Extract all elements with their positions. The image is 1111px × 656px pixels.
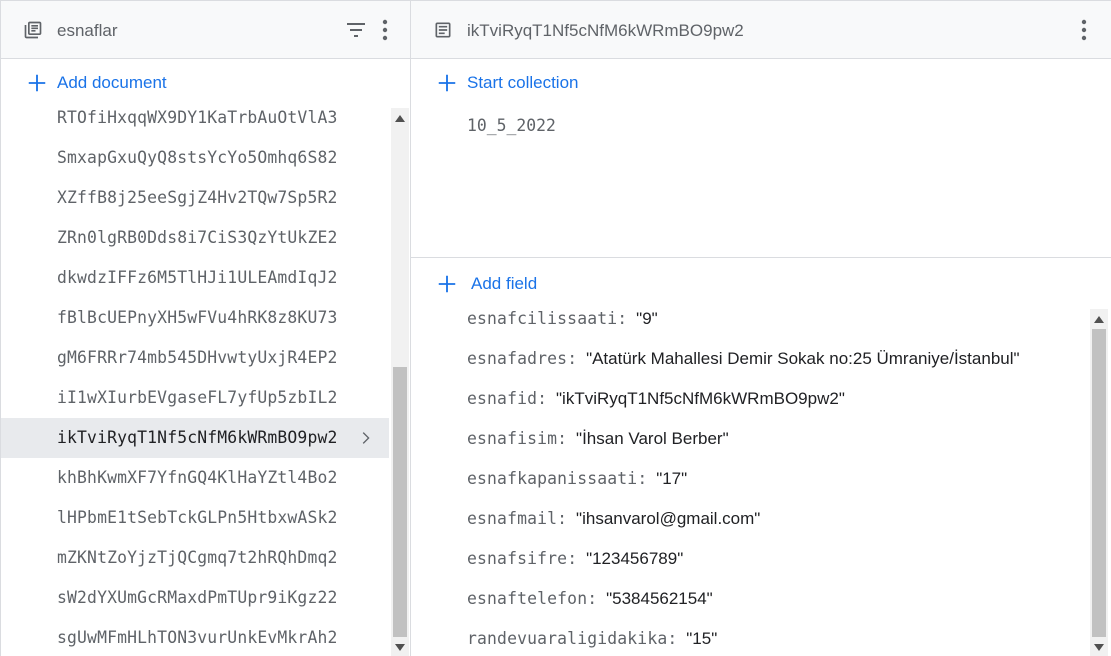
document-item[interactable]: mZKNtZoYjzTjQCgmq7t2hRQhDmq2 [1,538,389,578]
collection-panel: esnaflar Add document RTOfiHxqqWX9DY1KaT… [1,1,411,656]
document-item[interactable]: fBlBcUEPnyXH5wFVu4hRK8z8KU73 [1,298,389,338]
start-collection-button[interactable]: Start collection [436,70,579,96]
filter-icon[interactable] [344,18,368,42]
field-key: randevuaraligidakika [467,629,668,648]
start-collection-label: Start collection [467,73,579,92]
field-list-scrollbar[interactable] [1090,309,1108,656]
field-key: esnafadres [467,349,568,368]
document-item-selected[interactable]: ikTviRyqT1Nf5cNfM6kWRmBO9pw2 [1,418,389,458]
document-title: ikTviRyqT1Nf5cNfM6kWRmBO9pw2 [467,21,744,40]
field-value: "ikTviRyqT1Nf5cNfM6kWRmBO9pw2" [556,389,845,408]
document-icon [435,22,451,38]
document-item[interactable]: sW2dYXUmGcRMaxdPmTUpr9iKgz22 [1,578,389,618]
field-key: esnaftelefon [467,589,588,608]
plus-icon [28,74,46,92]
document-item[interactable]: gM6FRRr74mb545DHvwtyUxjR4EP2 [1,338,389,378]
field-key: esnafkapanissaati [467,469,638,488]
firestore-data-viewer: esnaflar Add document RTOfiHxqqWX9DY1KaT… [0,0,1111,656]
add-document-button[interactable]: Add document [26,70,167,96]
field-row[interactable]: randevuaraligidakika: "15" [411,619,1089,656]
scroll-up-arrow-icon[interactable] [1090,311,1108,327]
plus-icon [438,74,456,92]
scrollbar-thumb[interactable] [1092,329,1106,637]
document-item[interactable]: khBhKwmXF7YfnGQ4KlHaYZtl4Bo2 [1,458,389,498]
field-row[interactable]: esnafcilissaati: "9" [411,299,1089,339]
subcollection-section: Start collection 10_5_2022 [411,59,1111,258]
subcollection-item[interactable]: 10_5_2022 [467,116,556,135]
document-item[interactable]: RTOfiHxqqWX9DY1KaTrbAuOtVlA3 [1,98,389,138]
chevron-right-icon [362,432,370,444]
add-document-label: Add document [57,73,167,92]
document-item-label: ikTviRyqT1Nf5cNfM6kWRmBO9pw2 [57,428,338,447]
field-key: esnafsifre [467,549,568,568]
field-value: "ihsanvarol@gmail.com" [576,509,761,528]
document-list: RTOfiHxqqWX9DY1KaTrbAuOtVlA3 SmxapGxuQyQ… [1,98,389,656]
field-row[interactable]: esnaftelefon: "5384562154" [411,579,1089,619]
document-item[interactable]: XZffB8j25eeSgjZ4Hv2TQw7Sp5R2 [1,178,389,218]
field-row[interactable]: esnafadres: "Atatürk Mahallesi Demir Soka… [411,339,1089,379]
collection-stack-icon [24,21,42,39]
field-row[interactable]: esnafsifre: "123456789" [411,539,1089,579]
document-item[interactable]: sgUwMFmHLhTON3vurUnkEvMkrAh2 [1,618,389,656]
field-row[interactable]: esnafid: "ikTviRyqT1Nf5cNfM6kWRmBO9pw2" [411,379,1089,419]
collection-header: esnaflar [1,1,410,59]
document-item[interactable]: dkwdzIFFz6M5TlHJi1ULEAmdIqJ2 [1,258,389,298]
field-value: "123456789" [586,549,684,568]
field-row[interactable]: esnafisim: "İhsan Varol Berber" [411,419,1089,459]
scroll-down-arrow-icon[interactable] [1090,639,1108,655]
field-value: "15" [686,629,718,648]
collection-title: esnaflar [57,21,118,40]
more-vert-icon[interactable] [373,18,397,42]
plus-icon [438,275,456,293]
field-list: esnafcilissaati: "9" esnafadres: "Atatürk … [411,299,1089,656]
scrollbar-thumb[interactable] [393,367,407,637]
document-list-scrollbar[interactable] [391,108,409,656]
field-value: "9" [636,309,658,328]
document-item[interactable]: SmxapGxuQyQ8stsYcYo5Omhq6S82 [1,138,389,178]
field-key: esnafisim [467,429,558,448]
add-field-button[interactable]: Add field [436,271,537,297]
scroll-up-arrow-icon[interactable] [391,110,409,126]
document-header: ikTviRyqT1Nf5cNfM6kWRmBO9pw2 [411,1,1111,59]
field-row[interactable]: esnafkapanissaati: "17" [411,459,1089,499]
field-value: "İhsan Varol Berber" [576,429,729,448]
field-value: "Atatürk Mahallesi Demir Sokak no:25 Ümr… [586,349,1020,368]
field-key: esnafmail [467,509,558,528]
field-key: esnafid [467,389,538,408]
add-field-label: Add field [471,274,538,293]
field-row[interactable]: esnafmail: "ihsanvarol@gmail.com" [411,499,1089,539]
field-key: esnafcilissaati [467,309,618,328]
document-item[interactable]: lHPbmE1tSebTckGLPn5HtbxwASk2 [1,498,389,538]
field-value: "17" [656,469,688,488]
document-panel: ikTviRyqT1Nf5cNfM6kWRmBO9pw2 Start colle… [411,1,1111,656]
field-value: "5384562154" [606,589,713,608]
scroll-down-arrow-icon[interactable] [391,639,409,655]
more-vert-icon[interactable] [1072,18,1096,42]
document-item[interactable]: iI1wXIurbEVgaseFL7yfUp5zbIL2 [1,378,389,418]
document-item[interactable]: ZRn0lgRB0Dds8i7CiS3QzYtUkZE2 [1,218,389,258]
